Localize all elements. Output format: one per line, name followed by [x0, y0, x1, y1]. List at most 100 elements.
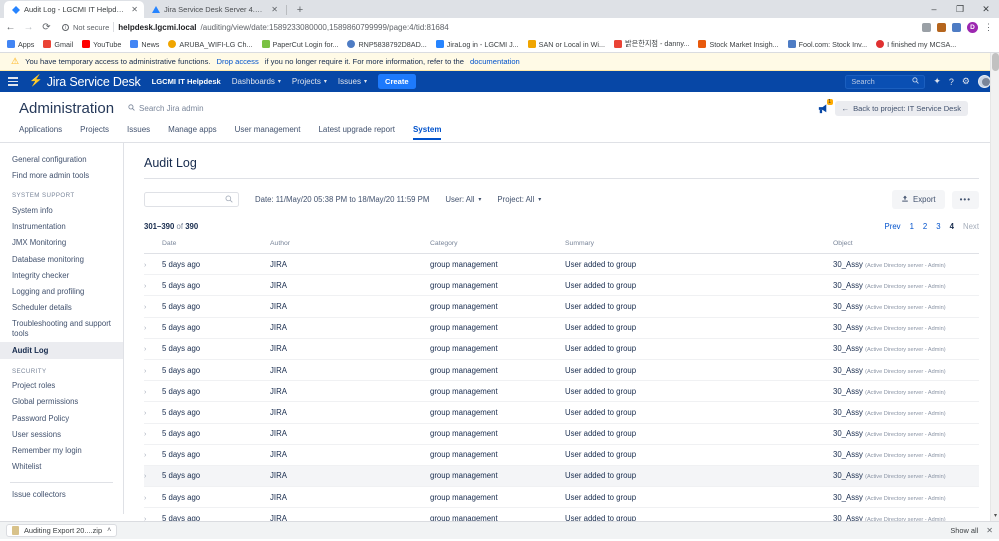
sidebar-item-integrity-checker[interactable]: Integrity checker: [0, 267, 123, 283]
date-filter-label[interactable]: Date: 11/May/20 05:38 PM to 18/May/20 11…: [255, 195, 429, 204]
sidebar-item-instrumentation[interactable]: Instrumentation: [0, 219, 123, 235]
close-window-icon[interactable]: ✕: [973, 0, 999, 18]
tab-issues[interactable]: Issues: [127, 125, 150, 138]
table-row[interactable]: › 5 days ago JIRA group management User adde…: [144, 317, 979, 339]
expand-row-icon[interactable]: ›: [144, 495, 146, 502]
audit-search-input[interactable]: [144, 192, 239, 207]
nav-search-input[interactable]: Search: [845, 74, 926, 89]
sidebar-item-jmx-monitoring[interactable]: JMX Monitoring: [0, 235, 123, 251]
bookmark-youtube[interactable]: YouTube: [78, 39, 125, 50]
sidebar-item-system-info[interactable]: System info: [0, 202, 123, 218]
table-row[interactable]: › 5 days ago JIRA group management User adde…: [144, 359, 979, 382]
bookmark-korean[interactable]: 밝은한지점 - danny...: [610, 38, 694, 50]
table-row[interactable]: › 5 days ago JIRA group management User adde…: [144, 423, 979, 445]
page-scrollbar[interactable]: ▾: [990, 53, 999, 521]
nav-dashboards[interactable]: Dashboards ▾: [232, 77, 281, 86]
pagination-next[interactable]: Next: [963, 222, 979, 231]
help-icon[interactable]: ?: [949, 77, 954, 87]
table-row[interactable]: › 5 days ago JIRA group management User adde…: [144, 274, 979, 297]
minimize-icon[interactable]: –: [921, 0, 947, 18]
table-row[interactable]: › 5 days ago JIRA group management User adde…: [144, 486, 979, 509]
col-header-summary[interactable]: Summary: [565, 237, 833, 254]
admin-search-input[interactable]: Search Jira admin: [128, 104, 204, 113]
maximize-icon[interactable]: ❐: [947, 0, 973, 18]
hamburger-icon[interactable]: [8, 77, 18, 86]
drop-access-link[interactable]: Drop access: [217, 57, 259, 66]
reload-icon[interactable]: ⟳: [40, 22, 53, 33]
address-bar[interactable]: i Not secure helpdesk.lgcmi.local/auditi…: [58, 22, 917, 32]
jira-logo[interactable]: ⚡ Jira Service Desk: [29, 75, 141, 89]
tab-projects[interactable]: Projects: [80, 125, 109, 138]
browser-tab-active[interactable]: Audit Log - LGCMI IT Helpdesk ✕: [4, 1, 144, 18]
notifications-icon[interactable]: ✦: [933, 76, 941, 87]
sidebar-item-remember-my-login[interactable]: Remember my login: [0, 442, 123, 458]
table-row[interactable]: › 5 days ago JIRA group management User adde…: [144, 465, 979, 488]
sidebar-item-whitelist[interactable]: Whitelist: [0, 458, 123, 474]
settings-icon[interactable]: ⚙: [962, 76, 970, 87]
documentation-link[interactable]: documentation: [470, 57, 520, 66]
close-downloads-icon[interactable]: ✕: [986, 526, 993, 535]
col-header-author[interactable]: Author: [270, 237, 430, 254]
sidebar-item-general-configuration[interactable]: General configuration: [0, 151, 123, 167]
sidebar-item-password-policy[interactable]: Password Policy: [0, 410, 123, 426]
table-row[interactable]: › 5 days ago JIRA group management User adde…: [144, 295, 979, 318]
project-filter-dropdown[interactable]: Project: All ▾: [497, 195, 541, 204]
tab-manage-apps[interactable]: Manage apps: [168, 125, 216, 138]
sidebar-item-find-more-admin-tools[interactable]: Find more admin tools: [0, 167, 123, 183]
tab-close-icon[interactable]: ✕: [131, 5, 138, 14]
bookmark-papercut[interactable]: PaperCut Login for...: [258, 39, 343, 50]
sidebar-item-database-monitoring[interactable]: Database monitoring: [0, 251, 123, 267]
table-row[interactable]: › 5 days ago JIRA group management User adde…: [144, 444, 979, 466]
table-row[interactable]: › 5 days ago JIRA group management User adde…: [144, 338, 979, 360]
export-button[interactable]: Export: [892, 190, 945, 209]
pagination-page-1[interactable]: 1: [910, 222, 914, 231]
col-header-object[interactable]: Object: [833, 237, 979, 254]
expand-row-icon[interactable]: ›: [144, 304, 146, 311]
new-tab-button[interactable]: +: [293, 4, 307, 16]
expand-row-icon[interactable]: ›: [144, 368, 146, 375]
more-actions-button[interactable]: •••: [951, 190, 979, 209]
expand-row-icon[interactable]: ›: [144, 431, 146, 438]
bookmark-gmail[interactable]: Gmail: [39, 39, 77, 50]
pagination-page-4[interactable]: 4: [950, 222, 954, 231]
show-all-downloads-button[interactable]: Show all: [950, 526, 978, 535]
table-row[interactable]: › 5 days ago JIRA group management User adde…: [144, 253, 979, 276]
forward-icon[interactable]: →: [22, 22, 35, 33]
sidebar-item-scheduler-details[interactable]: Scheduler details: [0, 300, 123, 316]
table-row[interactable]: › 5 days ago JIRA group management User adde…: [144, 380, 979, 403]
nav-projects[interactable]: Projects ▾: [292, 77, 327, 86]
profile-avatar[interactable]: D: [967, 21, 978, 33]
col-header-date[interactable]: Date: [162, 237, 270, 254]
chevron-up-icon[interactable]: ˄: [107, 527, 111, 534]
sidebar-item-audit-log[interactable]: Audit Log: [0, 342, 123, 359]
bookmark-san[interactable]: SAN or Local in Wi...: [524, 39, 609, 50]
bookmark-jiralog[interactable]: JiraLog in - LGCMI J...: [432, 39, 523, 50]
expand-row-icon[interactable]: ›: [144, 325, 146, 332]
sidebar-item-user-sessions[interactable]: User sessions: [0, 426, 123, 442]
bookmark-stockmarket[interactable]: Stock Market Insigh...: [694, 39, 782, 50]
col-header-category[interactable]: Category: [430, 237, 565, 254]
sidebar-item-troubleshooting-and-support-tools[interactable]: Troubleshooting and support tools: [0, 316, 123, 343]
sidebar-item-project-roles[interactable]: Project roles: [0, 378, 123, 394]
expand-row-icon[interactable]: ›: [144, 410, 146, 417]
nav-issues[interactable]: Issues ▾: [338, 77, 367, 86]
back-to-project-button[interactable]: ← Back to project: IT Service Desk: [834, 101, 968, 116]
tab-close-icon[interactable]: ✕: [271, 5, 278, 14]
create-button[interactable]: Create: [377, 74, 416, 89]
user-filter-dropdown[interactable]: User: All ▾: [445, 195, 481, 204]
table-row[interactable]: › 5 days ago JIRA group management User adde…: [144, 507, 979, 521]
announcement-icon[interactable]: 1: [817, 99, 833, 115]
expand-row-icon[interactable]: ›: [144, 283, 146, 290]
back-icon[interactable]: ←: [4, 22, 17, 33]
browser-tab-inactive[interactable]: Jira Service Desk Server 4.1 doc... ✕: [144, 1, 284, 18]
sidebar-item-issue-collectors[interactable]: Issue collectors: [0, 487, 123, 503]
cast-icon[interactable]: [952, 22, 961, 32]
expand-row-icon[interactable]: ›: [144, 473, 146, 480]
bookmark-fool[interactable]: Fool.com: Stock Inv...: [784, 39, 872, 50]
sidebar-item-logging-and-profiling[interactable]: Logging and profiling: [0, 283, 123, 299]
bookmark-aruba[interactable]: ARUBA_WIFI-LG Ch...: [164, 39, 256, 50]
pagination-prev[interactable]: Prev: [885, 222, 901, 231]
sidebar-item-global-permissions[interactable]: Global permissions: [0, 394, 123, 410]
bookmark-rnp[interactable]: RNP5838792D8AD...: [343, 39, 430, 50]
pagination-page-2[interactable]: 2: [923, 222, 927, 231]
